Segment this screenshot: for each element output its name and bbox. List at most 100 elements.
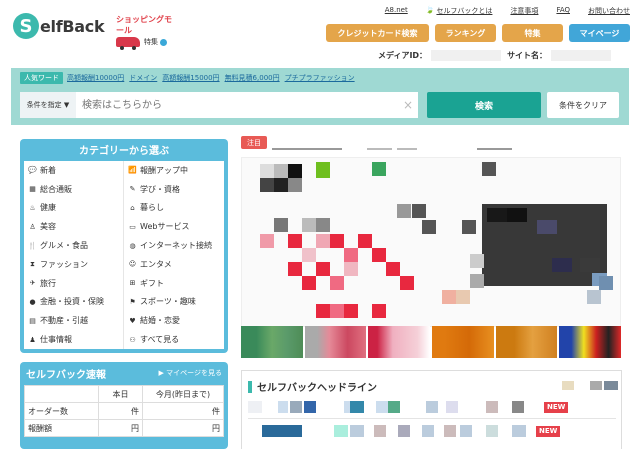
category-item[interactable]: ▭ Webサービス	[124, 217, 224, 236]
category-item[interactable]: ● 金融・投資・保険	[24, 292, 124, 312]
report-table: 本日 今月(昨日まで) オーダー数 件 件 報酬額 円 円	[24, 385, 224, 437]
feature-button[interactable]: 特集	[502, 24, 563, 42]
category-item[interactable]: ♟ 仕事情報	[24, 330, 124, 349]
category-label: 健康	[40, 203, 56, 213]
category-item[interactable]: ⌂ 暮らし	[124, 199, 224, 218]
thumbnail[interactable]	[368, 326, 431, 358]
col-month: 今月(昨日まで)	[142, 385, 224, 403]
popular-words-label: 人気ワード	[20, 72, 63, 84]
category-icon: ♨	[29, 203, 36, 212]
category-title: カテゴリーから選ぶ	[79, 145, 169, 157]
top-links: A8.net 🍃 セルフバックとは 注意事項 FAQ お問い合わせ	[367, 6, 630, 16]
link-notes[interactable]: 注意事項	[510, 6, 538, 16]
category-item[interactable]: ▤ 不動産・引越	[24, 311, 124, 331]
category-item[interactable]: ✎ 学び・資格	[124, 180, 224, 199]
ranking-button[interactable]: ランキング	[435, 24, 496, 42]
search-box: 条件を指定 ▼ ×	[20, 92, 418, 118]
mypage-link[interactable]: ▶ マイページを見る	[159, 368, 222, 378]
mypage-button[interactable]: マイページ	[569, 24, 630, 42]
clear-input-icon[interactable]: ×	[398, 98, 418, 112]
category-icon: ⌂	[130, 203, 135, 212]
header-nav: クレジットカード検索 ランキング 特集 マイページ	[326, 24, 630, 42]
category-icon: 📶	[128, 166, 137, 175]
pixelated-banner-image	[260, 162, 613, 318]
thumbnail[interactable]	[304, 326, 367, 358]
category-item[interactable]: ◍ インターネット接続	[124, 236, 224, 255]
category-item[interactable]: ⚇ すべて見る	[124, 330, 224, 349]
category-item[interactable]: ⧗ ファッション	[24, 254, 124, 274]
popular-tag[interactable]: 高額報酬15000円	[162, 73, 219, 83]
category-item[interactable]: 🍴 グルメ・食品	[24, 236, 124, 255]
category-item[interactable]: ⚑ スポーツ・趣味	[124, 293, 224, 312]
category-icon: ◍	[129, 241, 136, 250]
featured-banner[interactable]	[241, 157, 621, 327]
category-icon: ♟	[29, 335, 36, 344]
leaf-icon: 🍃	[425, 6, 435, 14]
media-id-value	[431, 50, 502, 61]
popular-tag[interactable]: ドメイン	[129, 73, 157, 83]
category-item[interactable]: ☺ エンタメ	[124, 255, 224, 274]
category-item[interactable]: ▦ 総合通販	[24, 179, 124, 199]
headline-panel: セルフバックヘッドライン NEW NEW	[241, 370, 622, 449]
category-item[interactable]: 💬 新着	[24, 161, 124, 180]
col-today: 本日	[98, 385, 143, 403]
category-icon: ♥	[129, 316, 136, 325]
category-item[interactable]: ♥ 結婚・恋愛	[124, 311, 224, 330]
category-icon: 💬	[28, 166, 37, 175]
media-info: メディアID： サイト名：	[378, 50, 617, 61]
search-panel: 人気ワード 高額報酬10000円 ドメイン 高額報酬15000円 無料見積6,0…	[11, 68, 629, 125]
category-label: ギフト	[140, 278, 164, 288]
selfback-logo[interactable]: S elfBack	[13, 11, 105, 41]
popular-tag[interactable]: 無料見積6,000円	[225, 73, 280, 83]
category-label: 総合通販	[40, 184, 72, 194]
popular-words: 人気ワード 高額報酬10000円 ドメイン 高額報酬15000円 無料見積6,0…	[20, 72, 360, 84]
category-icon: ●	[29, 297, 36, 306]
category-icon: ▦	[29, 185, 36, 194]
clear-conditions-button[interactable]: 条件をクリア	[547, 92, 619, 118]
link-faq[interactable]: FAQ	[556, 6, 570, 16]
new-badge: NEW	[544, 402, 569, 413]
thumbnail[interactable]	[495, 326, 558, 358]
category-label: 新着	[40, 165, 56, 175]
category-item[interactable]: ✈ 旅行	[24, 273, 124, 293]
condition-dropdown[interactable]: 条件を指定 ▼	[20, 92, 76, 118]
category-label: 不動産・引越	[40, 316, 88, 326]
row-label: オーダー数	[24, 402, 99, 420]
thumbnail[interactable]	[241, 326, 303, 358]
category-label: 旅行	[40, 278, 56, 288]
row-label: 報酬額	[24, 419, 99, 437]
thumbnail[interactable]	[559, 326, 622, 358]
table-row: オーダー数 件 件	[24, 402, 224, 420]
category-item[interactable]: 📶 報酬アップ中	[124, 161, 224, 180]
category-icon: ⚑	[129, 297, 136, 306]
popular-tag[interactable]: プチプラファッション	[285, 73, 355, 83]
thumbnail[interactable]	[432, 326, 494, 358]
category-label: 暮らし	[140, 203, 164, 213]
popular-tag[interactable]: 高額報酬10000円	[67, 73, 124, 83]
category-item[interactable]: ⊞ ギフト	[124, 274, 224, 293]
category-icon: ⚇	[129, 335, 136, 344]
category-grid: 💬 新着 📶 報酬アップ中 ▦ 総合通販 ✎ 学び・資格 ♨ 健康 ⌂ 暮らし ♙ 美容 ▭ Webサービス 🍴…	[24, 161, 224, 349]
shopping-cart-icon	[116, 37, 140, 50]
category-label: インターネット接続	[140, 241, 212, 251]
headline-row-1[interactable]: NEW	[248, 401, 618, 415]
category-icon: ⧗	[30, 259, 35, 268]
link-contact[interactable]: お問い合わせ	[588, 6, 630, 16]
headline-row-2[interactable]: NEW	[248, 425, 618, 439]
site-header: S elfBack ショッピングモール 特集 A8.net 🍃 セルフバックとは …	[0, 0, 640, 68]
category-item[interactable]: ♨ 健康	[24, 198, 124, 218]
category-item[interactable]: ♙ 美容	[24, 217, 124, 237]
link-about-selfback[interactable]: セルフバックとは	[436, 6, 492, 16]
new-badge: NEW	[536, 426, 561, 437]
link-a8net[interactable]: A8.net	[385, 6, 408, 16]
selfback-report: セルフバック速報 ▶ マイページを見る 本日 今月(昨日まで) オーダー数 件 …	[20, 362, 228, 449]
shopping-mall-banner[interactable]: ショッピングモール 特集	[116, 14, 178, 50]
logo-text: elfBack	[40, 16, 105, 36]
category-panel: カテゴリーから選ぶ 💬 新着 📶 報酬アップ中 ▦ 総合通販 ✎ 学び・資格 ♨ 健康 ⌂ 暮らし ♙ 美…	[20, 139, 228, 353]
search-button[interactable]: 検索	[427, 92, 541, 118]
category-icon: ♙	[29, 222, 36, 231]
credit-card-search-button[interactable]: クレジットカード検索	[326, 24, 429, 42]
category-icon: ✎	[129, 185, 136, 194]
category-label: 仕事情報	[40, 335, 72, 345]
search-input[interactable]	[76, 92, 398, 118]
